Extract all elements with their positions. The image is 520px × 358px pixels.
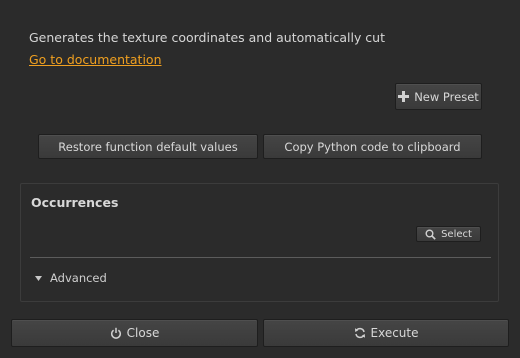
copy-python-label: Copy Python code to clipboard	[284, 139, 461, 154]
restore-defaults-button[interactable]: Restore function default values	[38, 134, 258, 159]
triangle-down-icon	[35, 275, 42, 281]
occurrences-title: Occurrences	[31, 195, 119, 210]
restore-defaults-label: Restore function default values	[58, 139, 238, 154]
occurrences-divider	[30, 257, 491, 258]
advanced-toggle[interactable]: Advanced	[35, 271, 107, 285]
select-button[interactable]: Select	[416, 226, 481, 242]
new-preset-label: New Preset	[414, 89, 479, 104]
select-label: Select	[441, 228, 472, 240]
refresh-icon	[354, 327, 366, 339]
advanced-label: Advanced	[50, 271, 107, 285]
plus-icon	[398, 91, 410, 102]
execute-label: Execute	[370, 326, 419, 340]
occurrences-panel: Occurrences Advanced	[20, 183, 499, 302]
copy-python-button[interactable]: Copy Python code to clipboard	[263, 134, 482, 159]
execute-button[interactable]: Execute	[263, 319, 509, 347]
documentation-link[interactable]: Go to documentation	[29, 52, 162, 67]
function-description: Generates the texture coordinates and au…	[29, 30, 386, 45]
new-preset-button[interactable]: New Preset	[395, 83, 482, 110]
close-button[interactable]: Close	[11, 319, 258, 347]
close-label: Close	[126, 326, 160, 340]
search-icon	[425, 229, 436, 240]
power-icon	[110, 327, 122, 339]
